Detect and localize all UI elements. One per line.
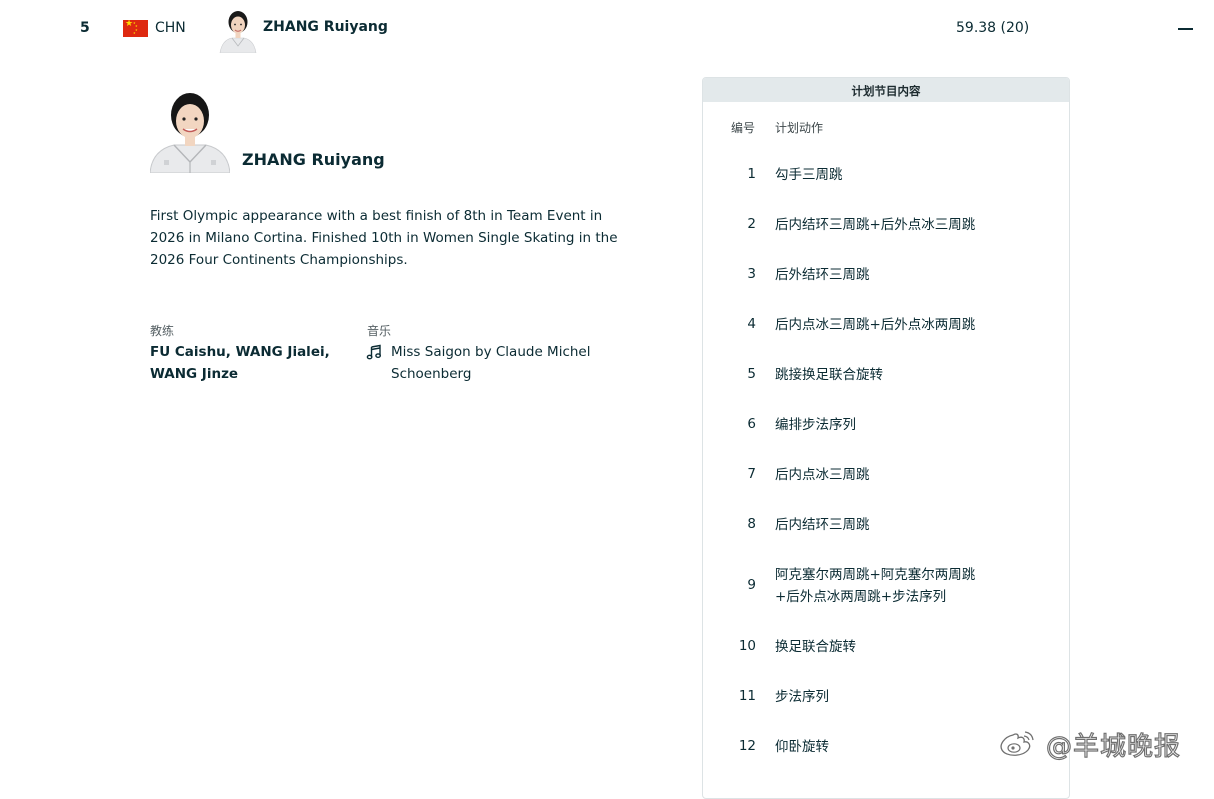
element-number: 10 bbox=[738, 638, 756, 654]
athlete-bio: First Olympic appearance with a best fin… bbox=[150, 208, 618, 268]
athlete-rank: 5 bbox=[80, 20, 90, 36]
element-name: 后内点冰三周跳+后外点冰两周跳 bbox=[775, 317, 976, 333]
element-number: 2 bbox=[747, 216, 756, 232]
element-name: 后内结环三周跳 bbox=[775, 517, 870, 533]
element-number: 11 bbox=[738, 688, 756, 704]
athlete-avatar-small bbox=[218, 8, 258, 53]
element-number: 9 bbox=[747, 577, 756, 593]
coach-label: 教练 bbox=[150, 324, 175, 338]
country-code: CHN bbox=[155, 20, 186, 36]
minus-icon bbox=[1178, 28, 1193, 30]
element-name: 后内点冰三周跳 bbox=[775, 467, 870, 483]
element-number: 1 bbox=[747, 166, 756, 182]
profile-name: ZHANG Ruiyang bbox=[242, 150, 385, 169]
element-number: 5 bbox=[747, 366, 756, 382]
weibo-logo-icon bbox=[998, 728, 1036, 758]
element-name: 阿克塞尔两周跳+阿克塞尔两周跳+后外点冰两周跳+步法序列 bbox=[775, 567, 976, 605]
collapse-button[interactable] bbox=[1176, 18, 1196, 38]
element-name: 编排步法序列 bbox=[775, 417, 856, 433]
element-number: 4 bbox=[747, 316, 756, 332]
element-number: 3 bbox=[747, 266, 756, 282]
china-flag-icon: ★ ★ ★ ★ ★ bbox=[123, 20, 148, 37]
element-number: 8 bbox=[747, 516, 756, 532]
music-value: Miss Saigon by Claude Michel Schoenberg bbox=[391, 344, 591, 382]
element-name: 步法序列 bbox=[775, 689, 829, 705]
panel-title: 计划节目内容 bbox=[703, 78, 1069, 102]
planned-program-panel: 计划节目内容 编号 计划动作 1 勾手三周跳 2 后内结环三周跳+后外点冰三周跳… bbox=[702, 77, 1070, 799]
column-header-number: 编号 bbox=[731, 121, 756, 135]
element-name: 后内结环三周跳+后外点冰三周跳 bbox=[775, 217, 976, 233]
athlete-result-row[interactable]: 5 ★ ★ ★ ★ ★ CHN ZHANG Ruiyang 59.38 (20) bbox=[0, 0, 1214, 58]
element-name: 勾手三周跳 bbox=[775, 167, 843, 183]
coach-value: FU Caishu, WANG Jialei, WANG Jinze bbox=[150, 344, 330, 382]
athlete-name: ZHANG Ruiyang bbox=[263, 19, 388, 35]
column-header-element: 计划动作 bbox=[775, 121, 824, 135]
element-number: 6 bbox=[747, 416, 756, 432]
athlete-score: 59.38 (20) bbox=[956, 20, 1030, 36]
watermark: @羊城晚报 bbox=[994, 722, 1209, 766]
element-number: 7 bbox=[747, 466, 756, 482]
music-note-icon bbox=[366, 344, 382, 360]
watermark-text: @羊城晚报 bbox=[1045, 731, 1182, 762]
element-name: 后外结环三周跳 bbox=[775, 267, 870, 283]
element-name: 换足联合旋转 bbox=[775, 639, 856, 655]
element-name: 跳接换足联合旋转 bbox=[775, 367, 883, 383]
element-number: 12 bbox=[738, 738, 756, 754]
music-label: 音乐 bbox=[367, 324, 392, 338]
athlete-avatar-large bbox=[150, 88, 230, 173]
